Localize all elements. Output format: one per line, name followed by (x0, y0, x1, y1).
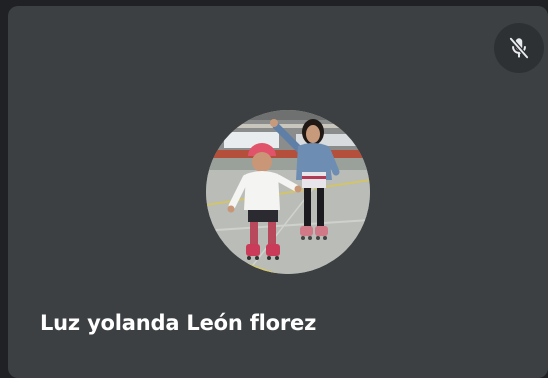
mic-muted-indicator (494, 23, 544, 73)
participant-avatar (206, 110, 370, 274)
mic-off-icon (508, 36, 530, 60)
participant-name: Luz yolanda León florez (40, 311, 317, 335)
participant-photo (206, 110, 370, 274)
participant-tile[interactable]: Luz yolanda León florez (8, 6, 548, 378)
